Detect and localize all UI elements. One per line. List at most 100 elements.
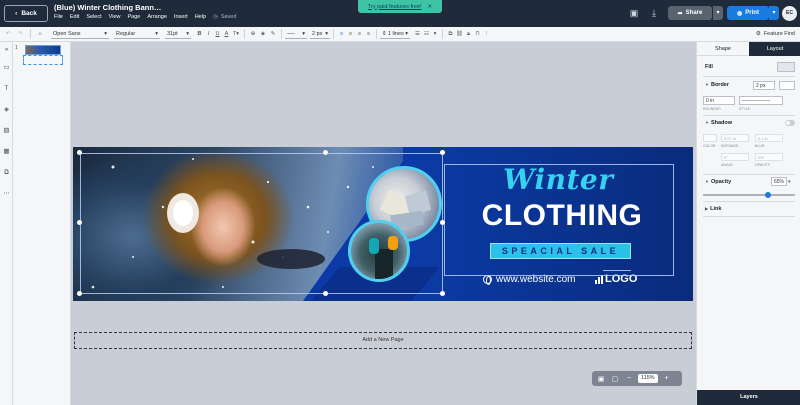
- shadow-opacity-field[interactable]: 0%: [755, 153, 783, 161]
- feature-find-button[interactable]: ⚙ Feature Find: [756, 31, 795, 37]
- print-button[interactable]: ◍ Print: [727, 6, 769, 20]
- shadow-distance-field[interactable]: 0.07 in: [721, 134, 749, 142]
- layers-icon[interactable]: ⧉: [2, 168, 11, 177]
- menu-bar: File Edit Select View Page Arrange Inser…: [54, 14, 236, 20]
- resize-handle[interactable]: [323, 150, 328, 155]
- align-left-icon[interactable]: ≡: [337, 31, 346, 37]
- pages-icon[interactable]: ▭: [2, 63, 11, 72]
- resize-handle[interactable]: [323, 291, 328, 296]
- bold-icon[interactable]: B: [195, 31, 204, 37]
- font-weight-select[interactable]: Regular ▾: [114, 29, 160, 39]
- shapes-icon[interactable]: ◈: [2, 105, 11, 114]
- layers-panel-toggle[interactable]: Layers: [697, 390, 800, 405]
- redo-icon[interactable]: ↷: [14, 31, 26, 37]
- chevron-down-icon[interactable]: ▾: [431, 31, 439, 37]
- zoom-in-button[interactable]: +: [662, 375, 672, 382]
- font-family-select[interactable]: Open Sans ▾: [51, 29, 109, 39]
- link-section[interactable]: ▶ Link: [697, 206, 800, 212]
- text-options-icon[interactable]: T▾: [231, 31, 241, 37]
- italic-icon[interactable]: I: [204, 31, 213, 37]
- menu-edit[interactable]: Edit: [70, 14, 79, 20]
- globe-icon: [483, 275, 492, 285]
- text-icon[interactable]: T: [2, 84, 11, 93]
- tab-shape[interactable]: Shape: [697, 42, 749, 56]
- resize-handle[interactable]: [440, 220, 445, 225]
- tab-layout[interactable]: Layout: [749, 42, 800, 56]
- align-right-icon[interactable]: ≡: [355, 31, 364, 37]
- fill-color-swatch[interactable]: [777, 62, 795, 72]
- present-icon[interactable]: ▣: [628, 7, 640, 19]
- menu-arrange[interactable]: Arrange: [147, 14, 167, 20]
- numbered-list-icon[interactable]: ☷: [422, 31, 431, 37]
- document-title[interactable]: (Blue) Winter Clothing Bann…: [54, 3, 161, 12]
- resize-handle[interactable]: [440, 291, 445, 296]
- toolbar-divider: [376, 29, 377, 39]
- link-icon[interactable]: ⛓: [455, 31, 464, 37]
- fill-color-icon[interactable]: ⊕: [248, 31, 258, 37]
- line-style-select[interactable]: ── ▾: [285, 29, 307, 39]
- rounded-field[interactable]: 0 in: [703, 96, 735, 105]
- border-color-swatch[interactable]: [779, 81, 795, 90]
- link-header: ▶ Link: [697, 206, 721, 212]
- promo-link[interactable]: Try paid features free!: [368, 4, 422, 10]
- share-button[interactable]: ➦ Share: [668, 6, 712, 20]
- bulleted-list-icon[interactable]: ☰: [413, 31, 422, 37]
- more-options-icon[interactable]: ⋮: [482, 31, 491, 37]
- shadow-color-swatch[interactable]: [703, 134, 717, 142]
- table-icon[interactable]: ▦: [2, 147, 11, 156]
- comments-icon[interactable]: ▢: [610, 375, 620, 383]
- shadow-angle-field[interactable]: 0°: [721, 153, 749, 161]
- zoom-out-button[interactable]: −: [624, 375, 634, 382]
- line-spacing-select[interactable]: ⇕ 1 lines ▾: [380, 29, 410, 39]
- resize-handle[interactable]: [440, 150, 445, 155]
- chevron-down-icon[interactable]: ▾: [788, 179, 791, 185]
- print-options-caret[interactable]: ▾: [769, 6, 779, 20]
- close-icon[interactable]: ✕: [428, 4, 433, 10]
- shadow-blur-field[interactable]: 0.1 in: [755, 134, 783, 142]
- line-color-icon[interactable]: ✎: [268, 31, 278, 37]
- border-style-select[interactable]: ────────: [739, 96, 783, 105]
- underline-icon[interactable]: U: [213, 31, 222, 37]
- line-width-select[interactable]: 2 px ▾: [310, 29, 330, 39]
- fit-page-icon[interactable]: ▣: [596, 375, 606, 383]
- add-page-button[interactable]: Add a New Page: [74, 332, 692, 349]
- menu-select[interactable]: Select: [86, 14, 101, 20]
- opacity-slider-knob[interactable]: [765, 192, 771, 198]
- shadow-header: ▼ Shadow: [697, 120, 732, 126]
- undo-icon[interactable]: ↶: [2, 31, 14, 37]
- border-width-field[interactable]: 2 px: [753, 81, 775, 90]
- resize-handle[interactable]: [77, 150, 82, 155]
- opacity-slider[interactable]: [703, 192, 795, 198]
- align-center-icon[interactable]: ≡: [346, 31, 355, 37]
- photo-selection-box: [80, 153, 443, 294]
- page-thumbnail[interactable]: [25, 45, 61, 55]
- fill-bucket-icon[interactable]: ◈: [258, 31, 268, 37]
- zoom-level[interactable]: 115%: [638, 374, 658, 383]
- toolbar-divider: [244, 29, 245, 39]
- lock-icon[interactable]: 🔒︎: [464, 31, 473, 38]
- back-button[interactable]: ‹ Back: [4, 5, 48, 22]
- resize-handle[interactable]: [77, 291, 82, 296]
- resize-handle[interactable]: [77, 220, 82, 225]
- format-painter-icon[interactable]: ⌂: [35, 31, 45, 37]
- image-icon[interactable]: ▨: [2, 126, 11, 135]
- collapse-panel-icon[interactable]: »: [2, 45, 11, 54]
- copy-style-icon[interactable]: ⧉: [446, 31, 455, 38]
- menu-page[interactable]: Page: [127, 14, 140, 20]
- download-icon[interactable]: ⤓: [648, 7, 660, 19]
- align-justify-icon[interactable]: ≡: [364, 31, 373, 37]
- more-icon[interactable]: ⋯: [2, 189, 11, 198]
- menu-insert[interactable]: Insert: [174, 14, 188, 20]
- menu-view[interactable]: View: [109, 14, 121, 20]
- share-options-caret[interactable]: ▾: [713, 6, 723, 20]
- chevron-down-icon: ▾: [302, 30, 305, 37]
- unlock-icon[interactable]: ⊓: [473, 31, 482, 37]
- menu-help[interactable]: Help: [195, 14, 206, 20]
- share-label: Share: [685, 10, 703, 16]
- text-color-icon[interactable]: A: [222, 31, 231, 37]
- user-avatar[interactable]: EC: [782, 6, 797, 21]
- menu-file[interactable]: File: [54, 14, 63, 20]
- opacity-field[interactable]: 65%: [771, 177, 787, 186]
- font-size-select[interactable]: 31pt ▾: [165, 29, 191, 39]
- shadow-toggle[interactable]: [785, 120, 795, 126]
